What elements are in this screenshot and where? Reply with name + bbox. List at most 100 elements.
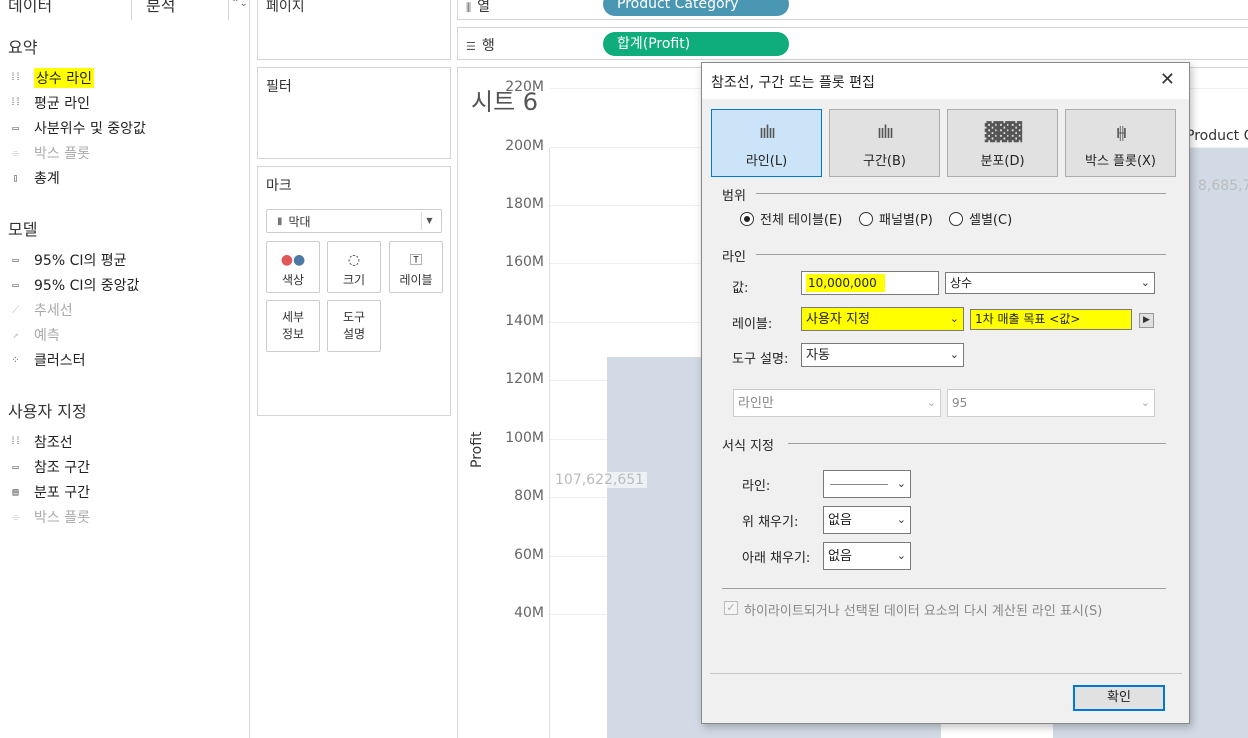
band-icon: ▭ [12, 122, 18, 134]
item-ci-average[interactable]: ▭ 95% CI의 평균 [8, 249, 126, 271]
tab-data[interactable]: 데이터 [8, 0, 52, 20]
item-label: 평균 라인 [34, 96, 90, 112]
columns-icon: ⫼ [466, 1, 472, 14]
radio-per-pane[interactable]: 패널별(P) [859, 209, 933, 228]
rows-text: 행 [481, 38, 495, 54]
chevron-down-icon: ⌄ [1140, 396, 1150, 409]
distribution-band-icon: ▤ [12, 486, 18, 498]
pane-menu-icon[interactable]: ⌃⌄ [228, 0, 250, 20]
analytics-pane: 데이터 분석 ⌃⌄ 요약 ⁞⁞ 상수 라인 ⁞⁞ 평균 라인 ▭ 사분위수 및 … [0, 0, 250, 738]
reference-line-icon: ⁞⁞ [9, 436, 21, 447]
rows-pill[interactable]: 합계(Profit) [603, 32, 789, 56]
y-tick-label: 100M [505, 429, 544, 446]
y-tick-label: 120M [505, 371, 544, 388]
label-type-text: 사용자 지정 [806, 312, 870, 327]
scope-header: 범위 [722, 189, 746, 204]
item-label: 추세선 [34, 303, 73, 319]
item-average-line[interactable]: ⁞⁞ 평균 라인 [8, 92, 90, 114]
fill-below-text: 없음 [828, 549, 852, 564]
item-totals[interactable]: ▯ 총계 [8, 167, 60, 189]
item-reference-band[interactable]: ▭ 참조 구간 [8, 456, 90, 478]
tab-distribution[interactable]: ▓▓▓ 분포(D) [947, 109, 1058, 177]
insert-menu-button[interactable]: ▶ [1139, 313, 1154, 328]
bar-data-label: 107,622,651 [552, 472, 648, 488]
item-label: 95% CI의 중앙값 [34, 278, 140, 294]
item-ci-median[interactable]: ▭ 95% CI의 중앙값 [8, 274, 139, 296]
tab-box-plot-label: 박스 플롯(X) [1084, 154, 1157, 169]
item-distribution-band[interactable]: ▤ 분포 구간 [8, 481, 90, 503]
tooltip-value-text: 자동 [806, 348, 830, 363]
detail-button[interactable]: 세부 정보 [266, 300, 320, 352]
chevron-down-icon: ⌄ [896, 549, 906, 562]
forecast-icon: ↗ [12, 329, 18, 341]
tab-box-plot[interactable]: ı⫲ı 박스 플롯(X) [1065, 109, 1176, 177]
radio-entire-table[interactable]: 전체 테이블(E) [740, 209, 842, 228]
band-type-icon: ıılıı [876, 122, 894, 143]
mark-type-dropdown[interactable]: ▮ 막대 ▼ [266, 209, 442, 233]
bar-data-label: 8,685,7 [1198, 178, 1248, 194]
tab-analysis[interactable]: 분석 [146, 0, 175, 20]
rows-shelf[interactable]: ☰ 행 합계(Profit) [457, 27, 1248, 60]
columns-shelf[interactable]: ⫼ 열 Product Category [457, 0, 1248, 20]
size-icon: ◌ [347, 252, 361, 268]
color-button[interactable]: ●● 색상 [266, 241, 320, 293]
totals-icon: ▯ [12, 172, 18, 184]
filters-shelf[interactable]: 필터 [257, 67, 451, 159]
value-input-text: 10,000,000 [806, 274, 885, 292]
value-input[interactable]: 10,000,000 [801, 271, 939, 295]
label-button[interactable]: 🅃 레이블 [389, 241, 443, 293]
reference-line-icon: ⁞⁞ [9, 97, 21, 108]
edit-reference-line-dialog: 참조선, 구간 또는 플롯 편집 ✕ ıılıı 라인(L) ıılıı 구간(… [701, 62, 1190, 724]
bar-chart-icon: ▮ [277, 215, 283, 227]
recalc-checkbox-label: 하이라이트되거나 선택된 데이터 요소의 다시 계산된 라인 표시(S) [744, 604, 1103, 619]
band-icon: ▭ [12, 254, 18, 266]
y-tick-label: 200M [505, 137, 544, 154]
value-type-select[interactable]: 상수 ⌄ [945, 272, 1155, 294]
tooltip-select[interactable]: 자동 ⌄ [801, 343, 964, 367]
label-type-select[interactable]: 사용자 지정 ⌄ [801, 307, 964, 331]
color-label: 색상 [281, 273, 305, 287]
item-reference-line[interactable]: ⁞⁞ 참조선 [8, 431, 73, 453]
band-icon: ▭ [12, 279, 18, 291]
tab-line[interactable]: ıılıı 라인(L) [711, 109, 822, 177]
radio-per-cell[interactable]: 셀별(C) [949, 209, 1012, 228]
tooltip-button[interactable]: 도구 설명 [327, 300, 381, 352]
item-cluster[interactable]: ⁘ 클러스터 [8, 349, 85, 371]
fill-below-select[interactable]: 없음 ⌄ [823, 542, 911, 570]
ok-button[interactable]: 확인 [1073, 685, 1165, 711]
label-text-input[interactable]: 1차 매출 목표 <값> [970, 309, 1132, 330]
confidence-select: 95 ⌄ [947, 389, 1155, 417]
summary-header: 요약 [8, 38, 38, 57]
format-divider [788, 443, 1166, 444]
confidence-text: 95 [952, 396, 968, 410]
chevron-down-icon: ⌄ [949, 312, 959, 325]
pages-shelf[interactable]: 페이지 [257, 0, 451, 60]
y-tick-label: 140M [505, 312, 544, 329]
size-button[interactable]: ◌ 크기 [327, 241, 381, 293]
item-label: 총계 [34, 171, 60, 187]
columns-label: ⫼ 열 [466, 0, 490, 16]
cluster-icon: ⁘ [11, 354, 19, 366]
item-label: 참조선 [34, 435, 73, 451]
y-tick-label: 160M [505, 254, 544, 271]
chevron-down-icon: ⌄ [896, 513, 906, 526]
close-icon[interactable]: ✕ [1160, 69, 1175, 90]
tab-band[interactable]: ıılıı 구간(B) [829, 109, 940, 177]
column-header: Product Cate [1186, 128, 1248, 144]
item-label: 참조 구간 [34, 460, 90, 476]
fill-above-select[interactable]: 없음 ⌄ [823, 506, 911, 534]
item-quartiles[interactable]: ▭ 사분위수 및 중앙값 [8, 117, 145, 139]
line-style-select[interactable]: ⌄ [823, 470, 911, 498]
mark-type-value: 막대 [288, 214, 311, 229]
tooltip-field-label: 도구 설명: [732, 352, 789, 367]
tooltip-label-2: 설명 [342, 327, 366, 341]
columns-pill[interactable]: Product Category [603, 0, 789, 16]
trend-line-icon: ⟋ [12, 304, 19, 316]
label-icon: 🅃 [409, 253, 422, 267]
size-label: 크기 [342, 273, 366, 287]
item-box-plot: ⌯ 박스 플롯 [8, 142, 90, 164]
boxplot-type-icon: ı⫲ı [1115, 122, 1128, 143]
box-plot-icon: ⌯ [11, 147, 20, 159]
item-constant-line[interactable]: ⁞⁞ 상수 라인 [8, 67, 94, 89]
radio-button-icon [859, 211, 873, 226]
